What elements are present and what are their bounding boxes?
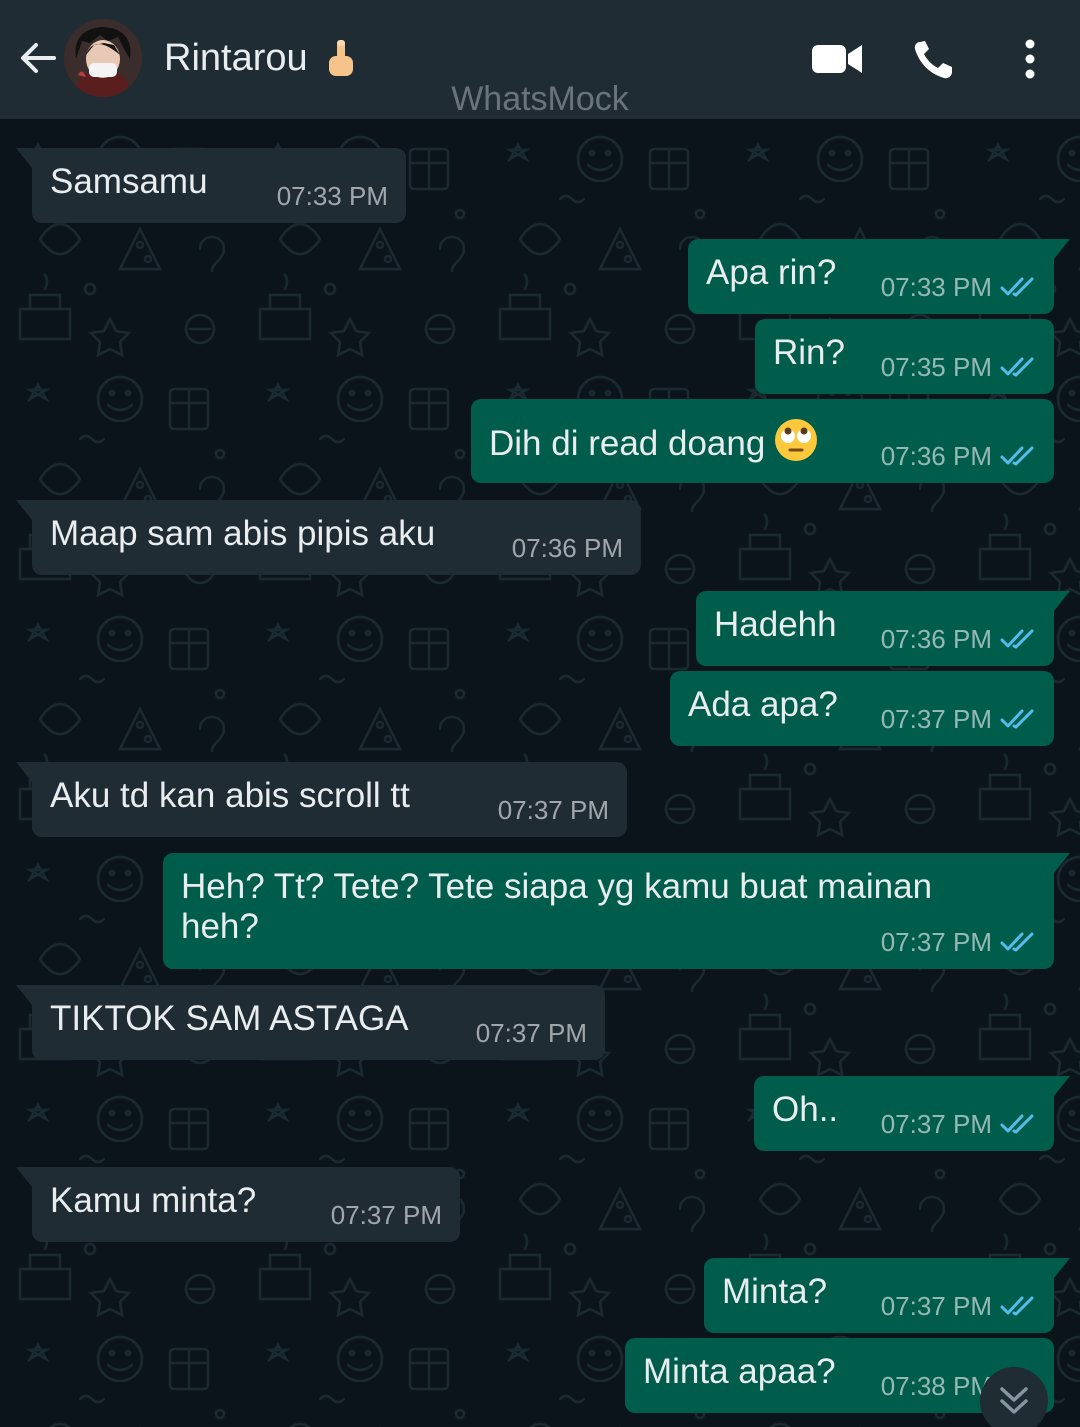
message-text: Dih di read doang <box>489 424 766 463</box>
message-text: Kamu minta? <box>50 1181 257 1220</box>
message-time: 07:37 PM <box>880 704 992 734</box>
message-text: TIKTOK SAM ASTAGA <box>50 999 409 1038</box>
read-double-tick-icon <box>1000 629 1034 649</box>
contact-name[interactable]: Rintarou <box>164 36 308 80</box>
chat-header: Rintarou WhatsMock <box>0 0 1080 119</box>
message-time: 07:33 PM <box>880 272 992 302</box>
message-time: 07:35 PM <box>880 352 992 382</box>
message-time: 07:37 PM <box>475 1018 587 1048</box>
message-text: Oh.. <box>772 1090 839 1129</box>
message-time: 07:37 PM <box>880 1291 992 1321</box>
message-text: Heh? Tt? Tete? Tete siapa yg kamu buat m… <box>181 867 933 946</box>
read-double-tick-icon <box>1000 1296 1034 1316</box>
read-double-tick-icon <box>1000 709 1034 729</box>
read-double-tick-icon <box>1000 277 1034 297</box>
voice-call-icon[interactable] <box>908 36 964 82</box>
message-time: 07:37 PM <box>880 1109 992 1139</box>
message-bubble-outgoing[interactable]: Dih di read doang 07:36 PM <box>471 399 1054 483</box>
face-with-rolling-eyes-emoji <box>775 419 818 461</box>
message-time: 07:37 PM <box>330 1200 442 1230</box>
message-bubble-incoming[interactable]: TIKTOK SAM ASTAGA 07:37 PM <box>16 985 605 1060</box>
message-bubble-outgoing[interactable]: Minta? 07:37 PM <box>704 1258 1070 1333</box>
read-double-tick-icon <box>1000 932 1034 952</box>
message-bubble-incoming[interactable]: Aku td kan abis scroll tt 07:37 PM <box>16 762 627 837</box>
message-text: Minta? <box>722 1272 828 1311</box>
message-time: 07:37 PM <box>880 927 992 957</box>
pointing-up-emoji <box>329 40 353 76</box>
message-bubble-incoming[interactable]: Maap sam abis pipis aku 07:36 PM <box>16 500 641 575</box>
message-text: Maap sam abis pipis aku <box>50 514 436 553</box>
message-bubble-outgoing[interactable]: Apa rin? 07:33 PM <box>688 239 1070 314</box>
read-double-tick-icon <box>1000 446 1034 466</box>
read-double-tick-icon <box>1000 357 1034 377</box>
message-bubble-outgoing[interactable]: Hadehh 07:36 PM <box>696 591 1070 666</box>
message-bubble-outgoing[interactable]: Rin? 07:35 PM <box>755 319 1054 394</box>
video-call-icon[interactable] <box>808 36 864 82</box>
watermark: WhatsMock <box>451 80 629 118</box>
message-bubble-incoming[interactable]: Samsamu 07:33 PM <box>16 148 406 223</box>
message-text: Minta apaa? <box>643 1352 836 1391</box>
double-chevron-down-icon <box>1000 1387 1028 1414</box>
back-arrow-icon[interactable] <box>18 38 58 78</box>
message-bubble-incoming[interactable]: Kamu minta? 07:37 PM <box>16 1167 460 1242</box>
message-bubble-outgoing[interactable]: Heh? Tt? Tete? Tete siapa yg kamu buat m… <box>163 853 1070 969</box>
message-bubble-outgoing[interactable]: Ada apa? 07:37 PM <box>670 671 1054 746</box>
message-text: Aku td kan abis scroll tt <box>50 776 410 815</box>
message-text: Ada apa? <box>688 685 838 724</box>
message-time: 07:36 PM <box>511 533 623 563</box>
message-time: 07:38 PM <box>880 1371 992 1401</box>
message-text: Hadehh <box>714 605 837 644</box>
message-time: 07:36 PM <box>880 624 992 654</box>
message-time: 07:33 PM <box>276 181 388 211</box>
read-double-tick-icon <box>1000 1114 1034 1134</box>
message-text: Samsamu <box>50 162 208 201</box>
message-bubble-outgoing[interactable]: Oh.. 07:37 PM <box>754 1076 1070 1151</box>
message-text: Apa rin? <box>706 253 837 292</box>
message-time: 07:36 PM <box>880 441 992 471</box>
message-text: Rin? <box>773 333 845 372</box>
more-options-icon[interactable] <box>1010 36 1050 82</box>
message-content: Dih di read doang <box>489 417 819 464</box>
message-time: 07:37 PM <box>497 795 609 825</box>
scroll-to-bottom-button[interactable] <box>980 1367 1048 1427</box>
